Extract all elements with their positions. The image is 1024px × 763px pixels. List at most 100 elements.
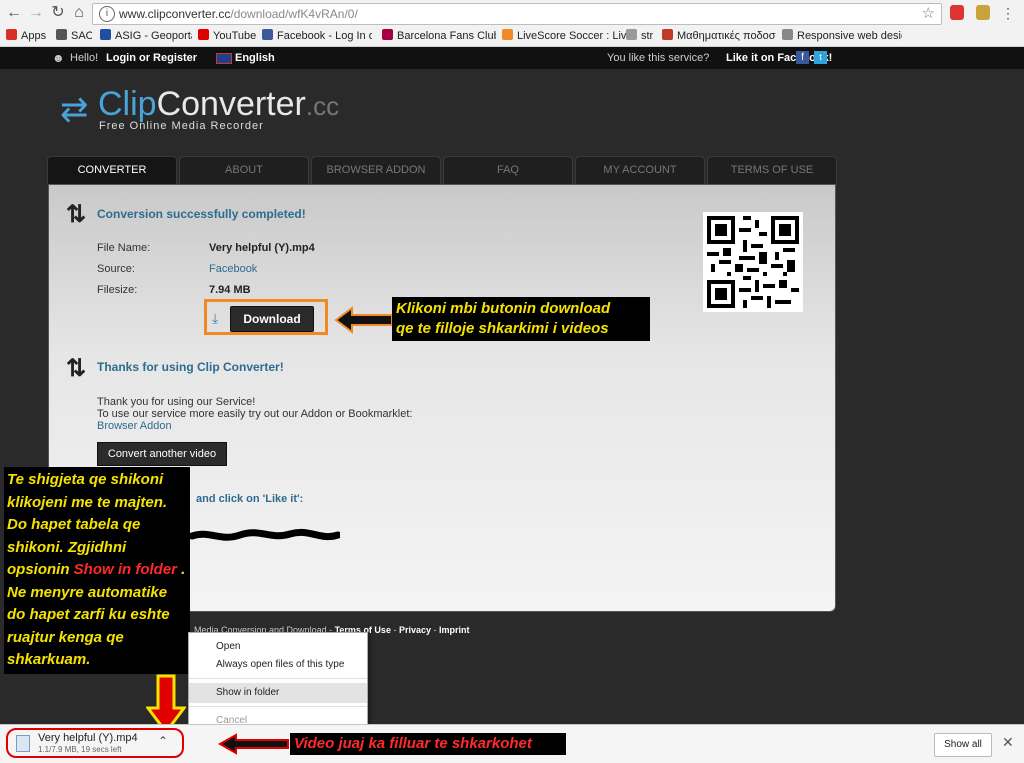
tab-browser-addon[interactable]: BROWSER ADDON <box>311 156 441 185</box>
tab-about[interactable]: ABOUT <box>179 156 309 185</box>
login-link[interactable]: Login or Register <box>106 52 197 64</box>
bookmark-apps[interactable]: Apps <box>6 29 50 42</box>
language-link[interactable]: English <box>235 52 275 64</box>
logo-sync-icon: ⇄ <box>60 91 89 129</box>
conversion-status: Conversion successfully completed! <box>97 207 306 221</box>
bookmark-youtube[interactable]: YouTube <box>198 29 256 42</box>
tab-terms-of-use[interactable]: TERMS OF USE <box>707 156 837 185</box>
sao-icon <box>56 29 67 40</box>
facebook-icon <box>262 29 273 40</box>
logo-converter: Converter <box>156 85 306 123</box>
thanks-line1: Thank you for using our Service! <box>97 396 256 408</box>
redaction-scribble <box>190 528 340 541</box>
footer-privacy-link[interactable]: Privacy <box>399 625 431 635</box>
bookmark-livescore[interactable]: LiveScore Soccer : Liv <box>502 29 632 42</box>
footer-sep-2: - <box>433 625 437 635</box>
like-it-text: and click on 'Like it': <box>196 493 304 505</box>
download-callout: Klikoni mbi butonin download qe te fillo… <box>392 297 650 341</box>
convert-another-button[interactable]: Convert another video <box>97 442 227 466</box>
bookmark-str[interactable]: str <box>626 29 660 42</box>
site-topbar: ☻ Hello! Login or Register English You l… <box>0 47 1024 69</box>
tab-my-account[interactable]: MY ACCOUNT <box>575 156 705 185</box>
menu-item-always-open[interactable]: Always open files of this type <box>189 655 367 675</box>
bookmark-sao[interactable]: SAO <box>56 29 92 42</box>
shelf-callout: Video juaj ka filluar te shkarkohet <box>290 733 566 755</box>
thanks-line2: To use our service more easily try out o… <box>97 408 413 420</box>
user-icon: ☻ <box>52 51 65 65</box>
qr-code <box>703 212 803 312</box>
tab-faq[interactable]: FAQ <box>443 156 573 185</box>
uk-flag-icon <box>216 53 232 64</box>
arrow-left-icon <box>334 306 393 334</box>
site-logo[interactable]: ClipConverter.cc <box>98 85 339 124</box>
browser-toolbar: ← → ↻ ⌂ i www.clipconverter.cc/download/… <box>0 0 1024 27</box>
bookmark-responsive[interactable]: Responsive web desig <box>782 29 902 42</box>
responsive-icon <box>782 29 793 40</box>
file-name-label: File Name: <box>97 242 151 254</box>
chevron-up-icon[interactable]: ⌃ <box>158 734 168 748</box>
menu-item-show-in-folder[interactable]: Show in folder <box>189 683 367 703</box>
tab-converter[interactable]: CONVERTER <box>47 156 177 185</box>
menu-divider-2 <box>189 706 367 707</box>
download-progress: 1.1/7.9 MB, 19 secs left <box>38 745 122 754</box>
str-icon <box>626 29 637 40</box>
youtube-icon <box>198 29 209 40</box>
url-path: /download/wfK4vRAn/0/ <box>230 7 358 21</box>
bookmark-math[interactable]: Μαθηματικές ποδοσ <box>662 29 778 42</box>
filesize-value: 7.94 MB <box>209 284 251 296</box>
logo-clip: Clip <box>98 85 157 123</box>
footer-sep: - <box>393 625 397 635</box>
download-button[interactable]: Download <box>230 306 314 332</box>
bookmark-star-icon[interactable]: ☆ <box>922 4 935 22</box>
livescore-icon <box>502 29 513 40</box>
source-label: Source: <box>97 263 135 275</box>
facebook-icon[interactable]: f <box>796 51 809 64</box>
download-shelf: Very helpful (Y).mp4 1.1/7.9 MB, 19 secs… <box>0 724 1024 763</box>
reload-icon[interactable]: ↻ <box>48 3 68 23</box>
menu-icon[interactable]: ⋮ <box>998 3 1018 23</box>
close-icon[interactable]: ✕ <box>1002 734 1014 751</box>
menu-divider <box>189 678 367 679</box>
source-link[interactable]: Facebook <box>209 263 257 275</box>
info-icon[interactable]: i <box>99 6 115 22</box>
file-name-value: Very helpful (Y).mp4 <box>209 242 315 254</box>
download-callout-line2: qe te filloje shkarkimi i videos <box>396 320 609 337</box>
math-icon <box>662 29 673 40</box>
instructions-highlight: Show in folder <box>73 561 178 578</box>
download-callout-line1: Klikoni mbi butonin download <box>396 300 611 317</box>
apps-icon <box>6 29 17 40</box>
url-text: www.clipconverter.cc/download/wfK4vRAn/0… <box>119 7 358 21</box>
address-bar[interactable]: i www.clipconverter.cc/download/wfK4vRAn… <box>92 3 942 25</box>
extension-icon[interactable] <box>950 5 964 20</box>
logo-cc: .cc <box>305 91 340 121</box>
browser-addon-link[interactable]: Browser Addon <box>97 420 172 432</box>
download-context-menu: Open Always open files of this type Show… <box>188 632 368 736</box>
sync-icon: ⇅ <box>66 201 87 228</box>
home-icon[interactable]: ⌂ <box>69 3 89 23</box>
like-prompt: You like this service? <box>607 52 710 64</box>
download-icon[interactable]: ⤓ <box>212 310 218 327</box>
arrow-left-icon-2 <box>218 733 289 755</box>
forward-icon[interactable]: → <box>26 3 46 23</box>
menu-item-open[interactable]: Open <box>189 637 367 657</box>
twitter-icon[interactable]: t <box>814 51 827 64</box>
sync-icon-2: ⇅ <box>66 355 87 382</box>
asig-icon <box>100 29 111 40</box>
barcelona-icon <box>382 29 393 40</box>
back-icon[interactable]: ← <box>4 3 24 23</box>
thanks-heading: Thanks for using Clip Converter! <box>97 360 284 374</box>
instructions-callout: Te shigjeta qe shikoni klikojeni me te m… <box>4 467 190 674</box>
bookmark-asig[interactable]: ASIG - Geoportal <box>100 29 192 42</box>
show-all-button[interactable]: Show all <box>934 733 992 757</box>
file-icon <box>16 735 30 752</box>
filesize-label: Filesize: <box>97 284 138 296</box>
extension-icon-2[interactable] <box>976 5 990 20</box>
bookmarks-bar: Apps SAO ASIG - Geoportal YouTube Facebo… <box>0 26 1024 47</box>
hello-text: Hello! <box>70 52 99 64</box>
bookmark-barcelona[interactable]: Barcelona Fans Club - <box>382 29 496 42</box>
bookmark-facebook[interactable]: Facebook - Log In or <box>262 29 372 42</box>
logo-subtitle: Free Online Media Recorder <box>99 120 264 132</box>
url-host: www.clipconverter.cc <box>119 7 231 21</box>
footer-imprint-link[interactable]: Imprint <box>439 625 470 635</box>
download-file-name[interactable]: Very helpful (Y).mp4 <box>38 732 138 744</box>
